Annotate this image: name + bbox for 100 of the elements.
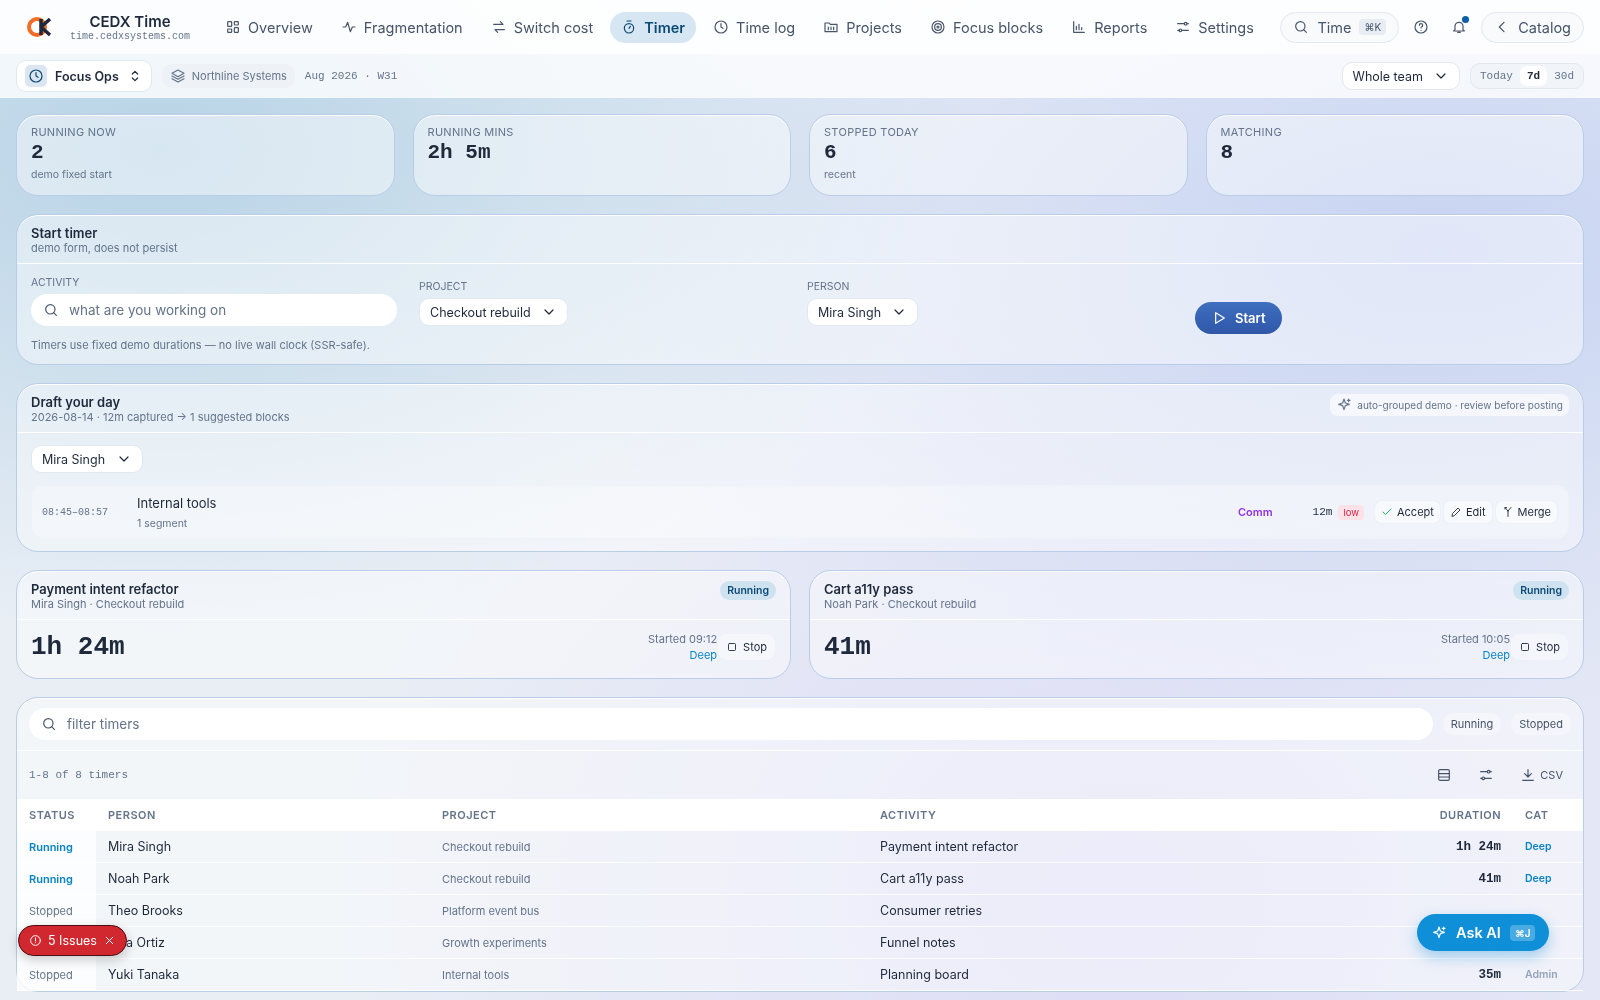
app-domain: time.cedxsystems.com — [70, 31, 191, 42]
block-action-button[interactable]: Merge — [1494, 500, 1558, 524]
stop-button[interactable]: Stop — [717, 633, 776, 661]
settings-icon — [1175, 19, 1192, 35]
nav-tab[interactable]: Focus blocks — [918, 11, 1055, 43]
activity-cell: Consumer retries — [868, 895, 1423, 927]
filter-button[interactable]: Stopped — [1511, 713, 1571, 735]
card-title: Cart a11y pass — [824, 581, 915, 597]
activity-input[interactable]: what are you working on — [31, 294, 397, 326]
filter-input[interactable]: filter timers — [29, 708, 1433, 740]
rows-icon — [1436, 767, 1453, 783]
layers-icon — [169, 68, 186, 84]
activity-cell: Cart a11y pass — [868, 863, 1423, 895]
nav-tab[interactable]: Timer — [610, 11, 697, 43]
nav-tab[interactable]: Time log — [702, 11, 807, 43]
status-cell: Running — [17, 863, 96, 895]
kpi-value: 2h 5m — [427, 141, 492, 164]
org-chip: Northline Systems — [161, 64, 295, 88]
category-cell: Admin — [1513, 959, 1583, 991]
issues-button[interactable]: 5 Issues — [18, 925, 127, 956]
shortcut-key: ⌘K — [1359, 19, 1387, 35]
kpi-note: recent — [824, 168, 857, 181]
nav-tab[interactable]: Fragmentation — [329, 11, 474, 43]
range-tab[interactable]: Today — [1472, 66, 1520, 86]
card-title: Draft your day — [31, 394, 122, 410]
kpi-label: RUNNING MINS — [427, 125, 515, 139]
merge-icon — [1501, 506, 1514, 518]
clock-icon — [713, 19, 730, 35]
sparkle-icon — [1431, 924, 1447, 941]
category-cell: Deep — [1513, 863, 1583, 895]
kpi-label: MATCHING — [1220, 125, 1283, 139]
shortcut-key: ⌘J — [1509, 924, 1536, 941]
filter-button[interactable]: Running — [1442, 713, 1502, 735]
nav-tab[interactable]: Projects — [812, 11, 913, 43]
column-header: STATUS — [17, 799, 96, 831]
pulse-icon — [340, 19, 357, 35]
time-range: 08:45–08:57 — [42, 506, 109, 518]
sliders-icon — [1478, 767, 1495, 783]
stop-button[interactable]: Stop — [1510, 633, 1569, 661]
range-tab[interactable]: 7d — [1520, 66, 1548, 86]
form-note: Timers use fixed demo durations — no live wall clock (SSR-safe). — [30, 337, 371, 354]
block-duration: 12m — [1312, 506, 1333, 518]
card-subtitle: Mira Singh · Checkout rebuild — [31, 597, 185, 611]
bell-icon — [1451, 19, 1468, 35]
nav-tab[interactable]: Settings — [1164, 11, 1265, 43]
block-action-button[interactable]: Accept — [1374, 500, 1441, 524]
kpi-value: 8 — [1220, 141, 1235, 164]
card-subtitle: Noah Park · Checkout rebuild — [824, 597, 977, 611]
kpi-label: RUNNING NOW — [31, 125, 118, 139]
block-action-button[interactable]: Edit — [1442, 500, 1493, 524]
person-select[interactable]: Mira Singh — [31, 445, 143, 473]
download-icon — [1520, 767, 1537, 783]
card-subtitle: demo form, does not persist — [31, 241, 178, 255]
select-field[interactable]: Mira Singh — [807, 298, 919, 326]
catalog-button[interactable]: Catalog — [1481, 11, 1584, 43]
check-icon — [1381, 506, 1393, 518]
sparkle-icon — [1336, 397, 1353, 413]
clock-icon — [28, 68, 44, 84]
start-time: Started 09:12 — [648, 632, 718, 646]
swap-arrows-icon — [490, 19, 507, 35]
field-label: ACTIVITY — [31, 276, 81, 289]
project-cell: Growth experiments — [430, 927, 868, 959]
search-icon — [1293, 19, 1310, 35]
kpi-label: STOPPED TODAY — [824, 125, 920, 139]
elapsed-time: 41m — [824, 632, 872, 662]
category-label: Deep — [689, 648, 718, 662]
project-cell: Internal tools — [430, 959, 868, 991]
duration-cell: 1h 24m — [1423, 831, 1513, 863]
column-header: PERSON — [96, 799, 430, 831]
nav-tab[interactable]: Switch cost — [479, 11, 605, 43]
card-subtitle: 2026-08-14 · 12m captured → 1 suggested blocks — [31, 410, 290, 424]
duration-cell: 41m — [1423, 863, 1513, 895]
category-label: Comm — [1237, 505, 1273, 519]
ask-ai-button[interactable]: Ask AI ⌘J — [1417, 914, 1550, 951]
start-button[interactable]: Start — [1195, 302, 1282, 334]
hint-chip: auto-grouped demo · review before posting — [1330, 394, 1569, 416]
search-button[interactable]: Time ⌘K — [1280, 11, 1400, 43]
column-header: DURATION — [1423, 799, 1513, 831]
project-cell: Checkout rebuild — [430, 831, 868, 863]
workspace-switcher[interactable]: Focus Ops — [16, 60, 152, 92]
csv-export-button[interactable]: CSV — [1512, 763, 1571, 787]
duration-cell: 35m — [1423, 959, 1513, 991]
elapsed-time: 1h 24m — [31, 632, 126, 662]
status-badge: Running — [720, 581, 776, 600]
status-cell: Running — [17, 831, 96, 863]
bar-chart-icon — [1071, 19, 1088, 35]
kpi-value: 6 — [824, 141, 838, 164]
card-title: Start timer — [31, 225, 99, 241]
scope-select[interactable]: Whole team — [1341, 62, 1460, 90]
nav-tab[interactable]: Overview — [214, 11, 324, 43]
range-tab[interactable]: 30d — [1547, 66, 1581, 86]
select-field[interactable]: Checkout rebuild — [419, 298, 568, 326]
kpi-note: demo fixed start — [31, 168, 113, 181]
activity-cell: Payment intent refactor — [868, 831, 1423, 863]
field-label: PROJECT — [419, 280, 469, 293]
column-header: PROJECT — [430, 799, 868, 831]
app-name: CEDX Time — [89, 12, 171, 31]
segment-count: 1 segment — [137, 516, 189, 530]
nav-tab[interactable]: Reports — [1060, 11, 1159, 43]
person-cell: Yuki Tanaka — [96, 959, 430, 991]
